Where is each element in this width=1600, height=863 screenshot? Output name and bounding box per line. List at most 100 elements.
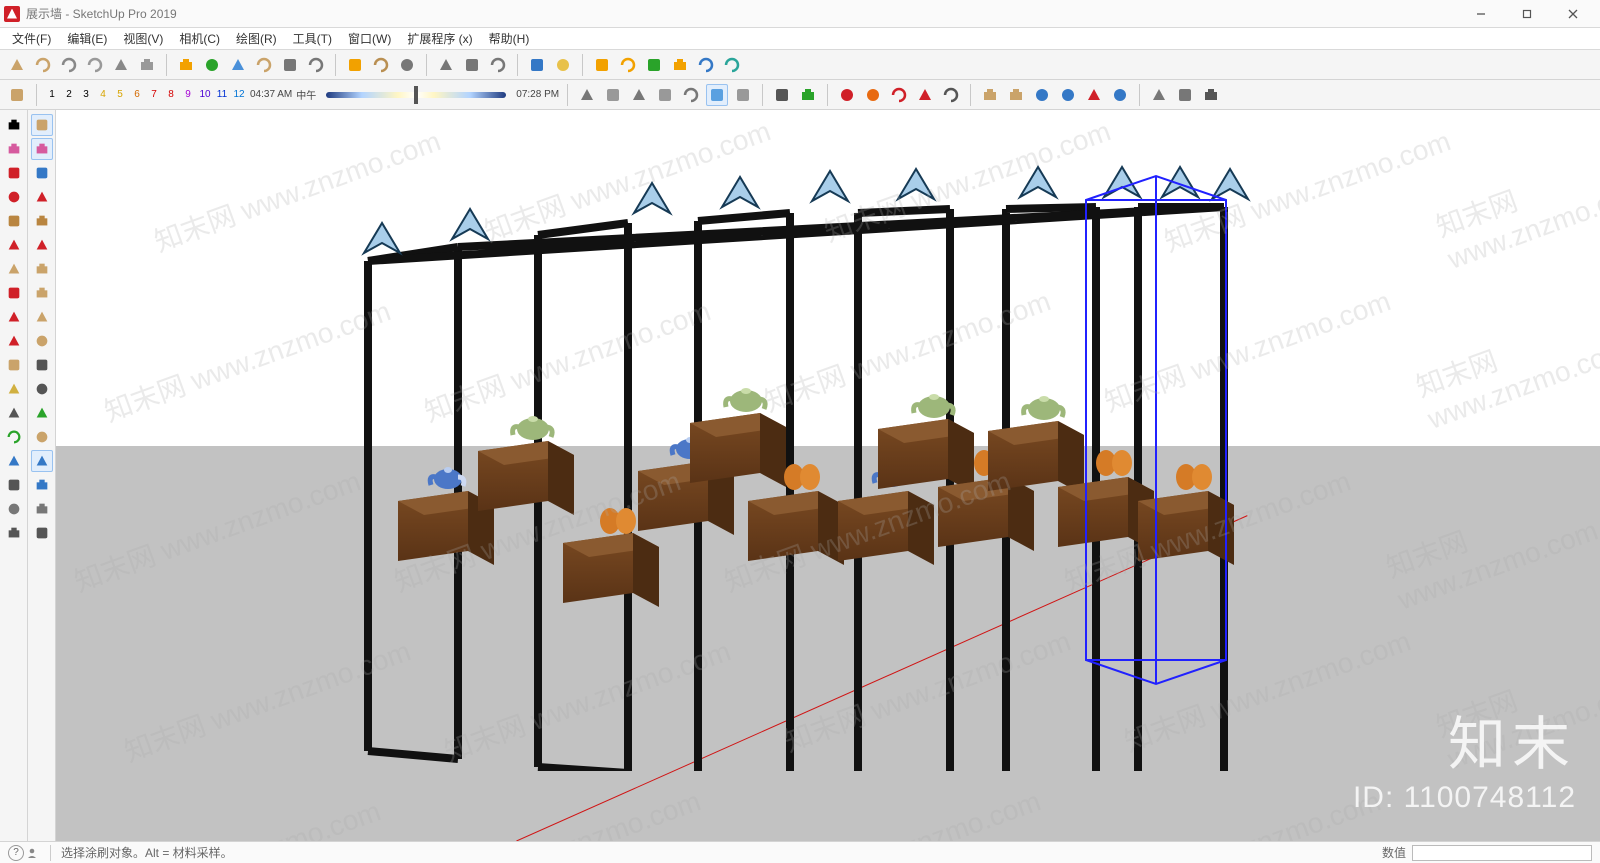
- rectangle-icon[interactable]: [3, 186, 25, 208]
- paint-bucket-icon[interactable]: [6, 84, 28, 106]
- house-line-icon[interactable]: [110, 54, 132, 76]
- ungroup-icon[interactable]: [797, 84, 819, 106]
- orbit-left-icon[interactable]: [979, 84, 1001, 106]
- cube-textured-icon[interactable]: [732, 84, 754, 106]
- zoom-icon[interactable]: [1031, 84, 1053, 106]
- status-icon-help[interactable]: ?: [8, 845, 24, 861]
- menu-x[interactable]: 扩展程序 (x): [401, 28, 478, 49]
- move-icon[interactable]: [3, 282, 25, 304]
- cube-line-icon[interactable]: [576, 84, 598, 106]
- group-icon[interactable]: [771, 84, 793, 106]
- note-icon[interactable]: [552, 54, 574, 76]
- favorite-icon[interactable]: [175, 54, 197, 76]
- tape-icon[interactable]: [3, 402, 25, 424]
- cube-mono-icon[interactable]: [706, 84, 728, 106]
- cube-xray-icon[interactable]: [680, 84, 702, 106]
- look-icon[interactable]: [31, 498, 53, 520]
- print-icon[interactable]: [227, 54, 249, 76]
- window-close-button[interactable]: [1550, 0, 1596, 28]
- sound-icon[interactable]: [435, 54, 457, 76]
- clock-red-icon[interactable]: [836, 84, 858, 106]
- zoom-window-icon[interactable]: [1057, 84, 1079, 106]
- menu-v[interactable]: 视图(V): [117, 28, 169, 49]
- menu-f[interactable]: 文件(F): [6, 28, 57, 49]
- camera-icon[interactable]: [279, 54, 301, 76]
- stack-icon[interactable]: [305, 54, 327, 76]
- file-new-icon[interactable]: [6, 54, 28, 76]
- menu-e[interactable]: 编辑(E): [61, 28, 113, 49]
- grid-camera-icon[interactable]: [396, 54, 418, 76]
- eraser-icon[interactable]: [3, 138, 25, 160]
- followme-icon[interactable]: [3, 378, 25, 400]
- polygon-icon[interactable]: [31, 210, 53, 232]
- bucket-big-icon[interactable]: [31, 114, 53, 136]
- window-maximize-button[interactable]: [1504, 0, 1550, 28]
- menu-t[interactable]: 工具(T): [287, 28, 338, 49]
- layers-icon[interactable]: [487, 54, 509, 76]
- pushpull-icon[interactable]: [3, 258, 25, 280]
- cube-shaded-icon[interactable]: [602, 84, 624, 106]
- menu-w[interactable]: 窗口(W): [342, 28, 397, 49]
- refresh-icon[interactable]: [201, 54, 223, 76]
- axes-icon[interactable]: [31, 402, 53, 424]
- section-icon[interactable]: [31, 354, 53, 376]
- box-line-icon[interactable]: [136, 54, 158, 76]
- walk-icon[interactable]: [617, 54, 639, 76]
- menu-r[interactable]: 绘图(R): [230, 28, 283, 49]
- window-minimize-button[interactable]: [1458, 0, 1504, 28]
- equalizer-icon[interactable]: [461, 54, 483, 76]
- footprints-icon[interactable]: [1200, 84, 1222, 106]
- target-icon[interactable]: [1174, 84, 1196, 106]
- scale-icon[interactable]: [3, 330, 25, 352]
- export-icon[interactable]: [253, 54, 275, 76]
- rotate-icon[interactable]: [3, 306, 25, 328]
- rotate2-icon[interactable]: [31, 306, 53, 328]
- zoom-prev-icon[interactable]: [1109, 84, 1131, 106]
- shadow-numstrip[interactable]: 123456789101112: [45, 86, 246, 104]
- arc2-icon[interactable]: [31, 234, 53, 256]
- clock-red2-icon[interactable]: [888, 84, 910, 106]
- box-orange-icon[interactable]: [344, 54, 366, 76]
- text-icon[interactable]: [3, 474, 25, 496]
- zoom-window2-icon[interactable]: [31, 450, 53, 472]
- person-blue-icon[interactable]: [695, 54, 717, 76]
- arc-icon[interactable]: [3, 234, 25, 256]
- cube-wire-icon[interactable]: [628, 84, 650, 106]
- cube-hidden-icon[interactable]: [654, 84, 676, 106]
- file-open-icon[interactable]: [32, 54, 54, 76]
- move-arrows-icon[interactable]: [643, 54, 665, 76]
- dimension-icon[interactable]: [31, 378, 53, 400]
- person-teal-icon[interactable]: [721, 54, 743, 76]
- chat-icon[interactable]: [526, 54, 548, 76]
- box-open-icon[interactable]: [84, 54, 106, 76]
- freehand-icon[interactable]: [31, 162, 53, 184]
- eye-icon[interactable]: [1148, 84, 1170, 106]
- orbit2-icon[interactable]: [3, 426, 25, 448]
- pencil-icon[interactable]: [3, 162, 25, 184]
- zoom-extents2-icon[interactable]: [31, 474, 53, 496]
- cursor-yellow-icon[interactable]: [591, 54, 613, 76]
- zoom2-icon[interactable]: [3, 450, 25, 472]
- eraser-big-icon[interactable]: [31, 138, 53, 160]
- position-icon[interactable]: [31, 522, 53, 544]
- eye2-icon[interactable]: [3, 498, 25, 520]
- followme2-icon[interactable]: [31, 258, 53, 280]
- person-outline-icon[interactable]: [940, 84, 962, 106]
- footprints2-icon[interactable]: [3, 522, 25, 544]
- circle-icon[interactable]: [3, 210, 25, 232]
- sphere-icon[interactable]: [370, 54, 392, 76]
- path-m2-icon[interactable]: [914, 84, 936, 106]
- orbit-right-icon[interactable]: [1005, 84, 1027, 106]
- clock-orange-icon[interactable]: [862, 84, 884, 106]
- status-icon-person[interactable]: [24, 845, 40, 861]
- menu-h[interactable]: 帮助(H): [483, 28, 536, 49]
- zoom-extents-icon[interactable]: [1083, 84, 1105, 106]
- rotrect-icon[interactable]: [31, 186, 53, 208]
- select-icon[interactable]: [3, 114, 25, 136]
- scale2-icon[interactable]: [31, 330, 53, 352]
- house-white-icon[interactable]: [58, 54, 80, 76]
- viewport-3d[interactable]: 知末网 www.znzmo.com知末网 www.znzmo.com知末网 ww…: [56, 110, 1600, 841]
- move4-icon[interactable]: [31, 282, 53, 304]
- menu-c[interactable]: 相机(C): [173, 28, 226, 49]
- offset-icon[interactable]: [3, 354, 25, 376]
